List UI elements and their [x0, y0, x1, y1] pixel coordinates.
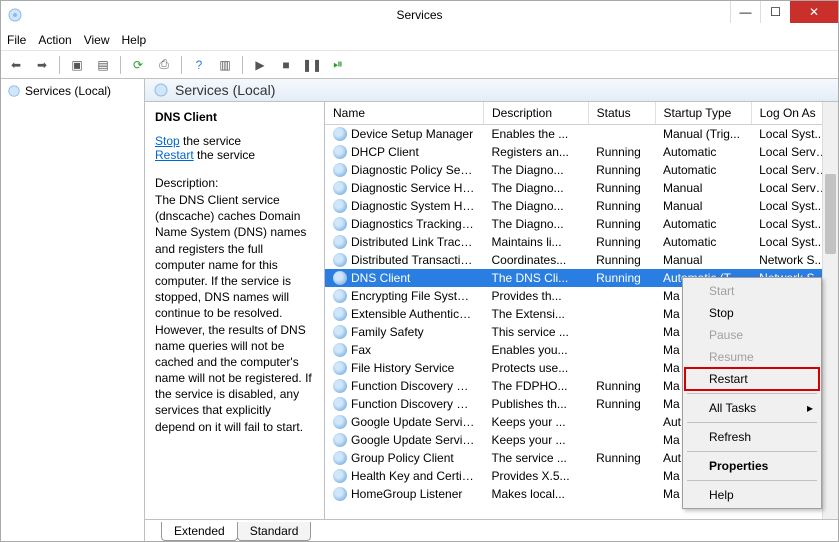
- refresh-button[interactable]: ⟳: [127, 54, 149, 76]
- view-tabs: Extended Standard: [145, 519, 838, 541]
- stop-service-button[interactable]: ■: [275, 54, 297, 76]
- table-row[interactable]: Device Setup ManagerEnables the ...Manua…: [325, 125, 838, 144]
- stop-link[interactable]: Stop: [155, 134, 180, 148]
- show-hide-tree-button[interactable]: ▣: [66, 54, 88, 76]
- start-service-button[interactable]: ▶: [249, 54, 271, 76]
- titlebar: Services — ☐ ✕: [1, 1, 838, 29]
- table-row[interactable]: Distributed Transaction Co...Coordinates…: [325, 251, 838, 269]
- table-row[interactable]: Diagnostic Service HostThe Diagno...Runn…: [325, 179, 838, 197]
- back-button[interactable]: ⬅: [5, 54, 27, 76]
- table-row[interactable]: Diagnostic System HostThe Diagno...Runni…: [325, 197, 838, 215]
- tree-pane: Services (Local): [1, 79, 145, 541]
- selected-service-name: DNS Client: [155, 110, 314, 124]
- window-title: Services: [396, 8, 442, 22]
- ctx-restart[interactable]: Restart: [685, 368, 819, 390]
- context-menu: Start Stop Pause Resume Restart All Task…: [682, 277, 822, 509]
- menu-help[interactable]: Help: [122, 33, 147, 47]
- scrollbar-thumb[interactable]: [825, 174, 836, 254]
- table-row[interactable]: Diagnostics Tracking ServiceThe Diagno..…: [325, 215, 838, 233]
- main-header-title: Services (Local): [175, 82, 275, 98]
- help-button[interactable]: ?: [188, 54, 210, 76]
- col-description[interactable]: Description: [484, 102, 589, 125]
- table-row[interactable]: Diagnostic Policy ServiceThe Diagno...Ru…: [325, 161, 838, 179]
- menu-action[interactable]: Action: [38, 33, 71, 47]
- ctx-stop[interactable]: Stop: [685, 302, 819, 324]
- service-list[interactable]: Name Description Status Startup Type Log…: [325, 102, 838, 519]
- pause-service-button[interactable]: ❚❚: [301, 54, 323, 76]
- close-button[interactable]: ✕: [790, 1, 838, 23]
- gear-icon: [153, 82, 169, 98]
- vertical-scrollbar[interactable]: [822, 102, 838, 519]
- gear-icon: [7, 84, 21, 98]
- main-header: Services (Local): [145, 79, 838, 102]
- show-hide-detail-button[interactable]: ▤: [92, 54, 114, 76]
- description-text: The DNS Client service (dnscache) caches…: [155, 192, 314, 435]
- ctx-help[interactable]: Help: [685, 484, 819, 506]
- services-icon: [7, 7, 23, 23]
- minimize-button[interactable]: —: [730, 1, 760, 23]
- tree-root-label: Services (Local): [25, 84, 111, 98]
- ctx-all-tasks[interactable]: All Tasks: [685, 397, 819, 419]
- table-row[interactable]: DHCP ClientRegisters an...RunningAutomat…: [325, 143, 838, 161]
- description-label: Description:: [155, 176, 314, 190]
- ctx-refresh[interactable]: Refresh: [685, 426, 819, 448]
- restart-service-button[interactable]: ⏯: [327, 54, 349, 76]
- table-row[interactable]: Distributed Link Tracking Cl...Maintains…: [325, 233, 838, 251]
- tree-root-item[interactable]: Services (Local): [5, 83, 140, 99]
- maximize-button[interactable]: ☐: [760, 1, 790, 23]
- export-button[interactable]: ⎙: [153, 54, 175, 76]
- menu-view[interactable]: View: [84, 33, 110, 47]
- col-name[interactable]: Name: [325, 102, 484, 125]
- tab-standard[interactable]: Standard: [237, 522, 312, 541]
- properties-button[interactable]: ▥: [214, 54, 236, 76]
- forward-button[interactable]: ➡: [31, 54, 53, 76]
- ctx-start: Start: [685, 280, 819, 302]
- col-status[interactable]: Status: [588, 102, 655, 125]
- ctx-pause: Pause: [685, 324, 819, 346]
- ctx-properties[interactable]: Properties: [685, 455, 819, 477]
- tab-extended[interactable]: Extended: [161, 522, 238, 541]
- menubar: File Action View Help: [1, 29, 838, 51]
- menu-file[interactable]: File: [7, 33, 26, 47]
- restart-link[interactable]: Restart: [155, 148, 194, 162]
- col-startup[interactable]: Startup Type: [655, 102, 751, 125]
- toolbar: ⬅ ➡ ▣ ▤ ⟳ ⎙ ? ▥ ▶ ■ ❚❚ ⏯: [1, 51, 838, 79]
- ctx-resume: Resume: [685, 346, 819, 368]
- detail-pane: DNS Client Stop the service Restart the …: [145, 102, 325, 519]
